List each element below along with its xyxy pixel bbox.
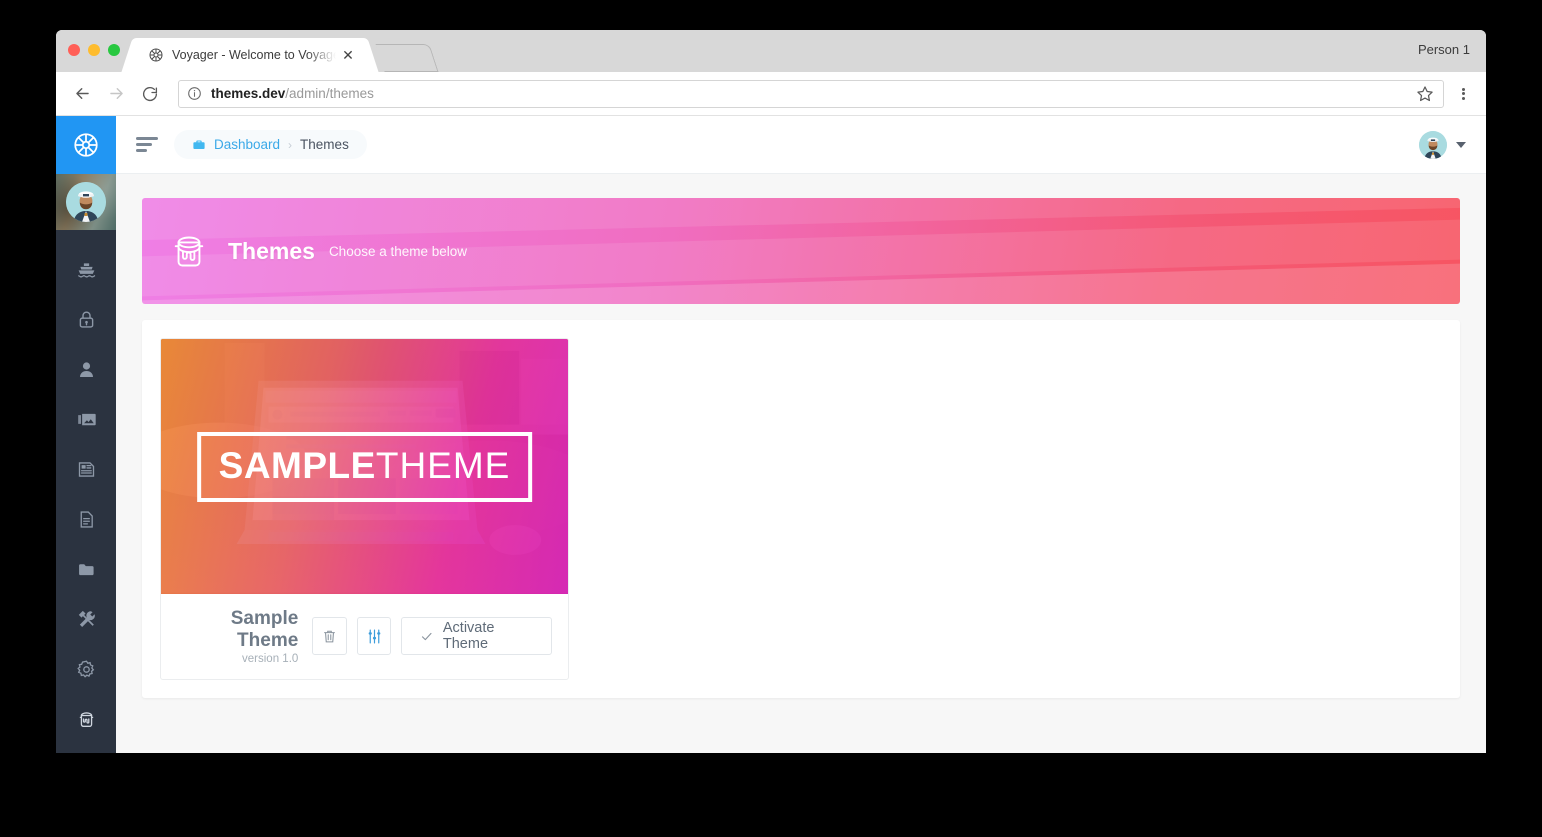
page-subtitle: Choose a theme below [328,243,468,259]
lock-icon [79,310,93,328]
browser-tab-strip: Voyager - Welcome to Voyager ✕ Person 1 [56,30,1486,72]
page-title: Themes [228,237,315,264]
theme-settings-button[interactable] [356,617,392,656]
sidebar-item-categories[interactable] [56,544,116,594]
browser-profile-label[interactable]: Person 1 [1418,42,1470,57]
sidebar-item-pages[interactable] [56,494,116,544]
arrow-left-icon[interactable] [68,80,96,108]
sidebar-user-avatar[interactable] [56,174,116,230]
ship-icon [77,262,95,278]
sidebar-item-themes[interactable] [56,694,116,744]
theme-preview-label: SAMPLETHEME [196,431,533,502]
sidebar-brand[interactable] [56,116,116,174]
hamburger-icon[interactable] [136,134,158,156]
sidebar-item-posts[interactable] [56,444,116,494]
sidebar-item-roles[interactable] [56,294,116,344]
caret-down-icon[interactable] [1456,141,1466,148]
topbar-user-menu[interactable] [1419,130,1466,159]
theme-name: Sample Theme [230,608,299,651]
paint-bucket-icon [79,711,93,727]
sliders-icon [368,629,380,644]
star-icon[interactable] [1415,84,1435,104]
trash-icon [324,630,335,643]
sidebar-item-users[interactable] [56,344,116,394]
theme-version: version 1.0 [242,652,299,665]
app-root: Dashboard › Themes Themes Choose a theme… [56,116,1486,753]
sidebar-item-settings[interactable] [56,644,116,694]
reload-icon[interactable] [136,80,164,108]
page-body: Themes Choose a theme below SAMPLETHEME … [116,174,1486,753]
theme-meta: Sample Theme version 1.0 [177,608,299,665]
theme-preview-label-bold: SAMPLE [218,444,376,486]
ship-wheel-icon [148,47,164,63]
gear-icon [76,660,94,678]
sidebar-item-tools[interactable] [56,594,116,644]
file-icon [80,510,93,528]
url-text: themes.dev/admin/themes [211,86,374,101]
sidebar [56,116,116,753]
arrow-right-icon [102,80,130,108]
address-bar[interactable]: themes.dev/admin/themes [178,79,1444,108]
tools-icon [78,610,95,627]
browser-tab-active[interactable]: Voyager - Welcome to Voyager ✕ [134,38,366,72]
browser-tab-title: Voyager - Welcome to Voyager [172,48,336,62]
briefcase-icon [192,138,206,152]
chevron-right-icon: › [288,137,293,152]
browser-toolbar: themes.dev/admin/themes [56,72,1486,116]
themes-banner: Themes Choose a theme below [142,198,1460,304]
theme-preview-image[interactable]: SAMPLETHEME [161,339,568,594]
user-icon [79,361,93,377]
theme-preview-label-light: THEME [375,444,511,486]
captain-avatar [1419,130,1447,159]
close-window-button[interactable] [68,44,80,56]
captain-avatar [66,182,106,222]
close-icon[interactable]: ✕ [340,47,356,63]
paint-bucket-icon [170,231,208,271]
new-tab-button[interactable] [375,44,439,72]
breadcrumb: Dashboard › Themes [174,130,367,159]
themes-panel: SAMPLETHEME Sample Theme version 1.0 Act… [142,320,1460,698]
window-controls [68,44,120,56]
topbar: Dashboard › Themes [116,116,1486,174]
url-host: themes.dev [211,86,286,101]
theme-card-footer: Sample Theme version 1.0 Activate Theme [161,594,568,679]
activate-theme-label: Activate Theme [442,620,495,653]
news-icon [78,461,94,477]
breadcrumb-dashboard-link[interactable]: Dashboard [214,137,280,152]
folder-icon [78,563,94,575]
activate-theme-button[interactable]: Activate Theme [401,617,553,656]
delete-theme-button[interactable] [312,617,347,656]
sidebar-nav [56,230,116,744]
url-path: /admin/themes [285,86,374,101]
info-circle-icon[interactable] [187,86,202,101]
breadcrumb-current: Themes [300,137,349,152]
browser-window: Voyager - Welcome to Voyager ✕ Person 1 [56,30,1486,753]
sidebar-item-media[interactable] [56,394,116,444]
more-vertical-icon[interactable] [1452,80,1474,108]
theme-card: SAMPLETHEME Sample Theme version 1.0 Act… [160,338,569,680]
main-content: Dashboard › Themes Themes Choose a theme… [116,116,1486,753]
image-icon [77,413,96,425]
maximize-window-button[interactable] [108,44,120,56]
minimize-window-button[interactable] [88,44,100,56]
ship-wheel-icon [74,133,98,157]
check-icon [422,632,432,641]
sidebar-item-dashboard[interactable] [56,244,116,294]
